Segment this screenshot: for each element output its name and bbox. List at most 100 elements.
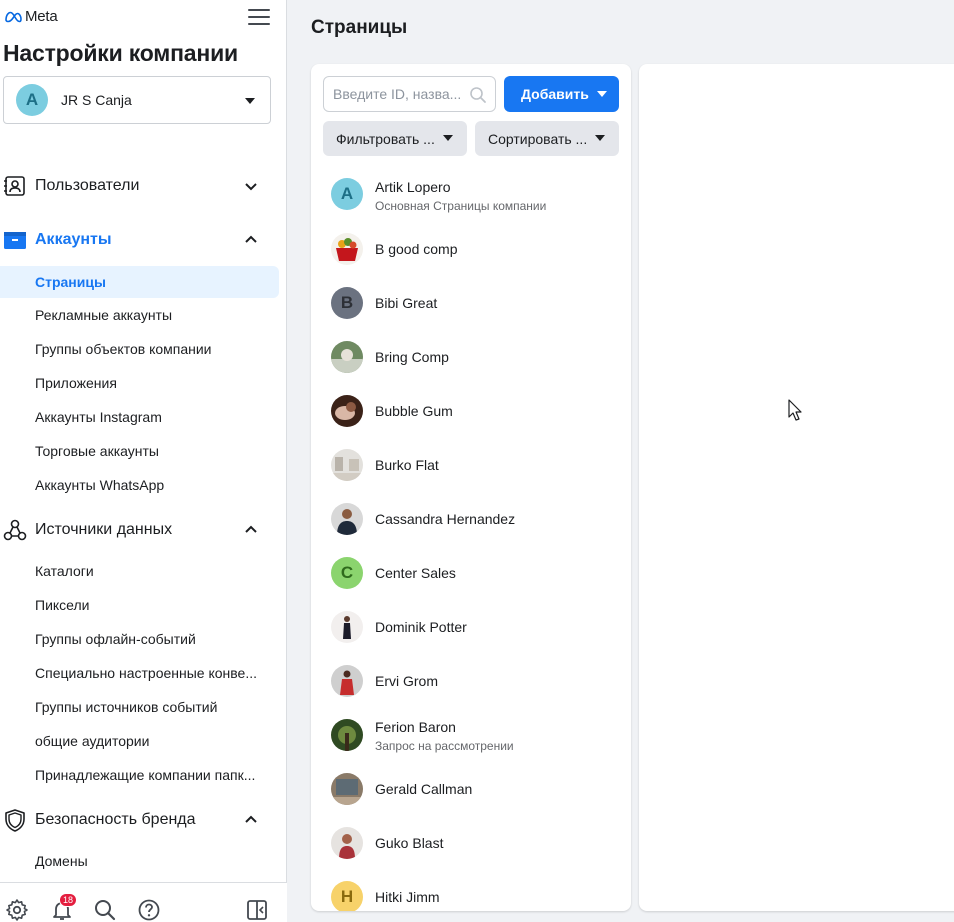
page-avatar-image: [331, 773, 363, 805]
account-name: JR S Canja: [61, 92, 132, 108]
sidebar-section-users[interactable]: Пользователи: [0, 170, 287, 202]
users-icon: [4, 176, 25, 196]
page-subtitle: Основная Страницы компании: [375, 199, 547, 213]
sidebar-item-pages[interactable]: Страницы: [0, 266, 279, 298]
sidebar-item-instagram-accounts[interactable]: Аккаунты Instagram: [0, 401, 279, 433]
caret-down-icon: [595, 135, 605, 141]
search-input[interactable]: [333, 86, 471, 102]
list-item[interactable]: Bubble Gum: [311, 384, 631, 438]
sidebar-item-domains[interactable]: Домены: [0, 845, 279, 877]
meta-logo-text: Meta: [25, 8, 58, 25]
sidebar-item-label: Аккаунты WhatsApp: [35, 477, 165, 493]
page-name: B good comp: [375, 241, 458, 257]
list-item[interactable]: Burko Flat: [311, 438, 631, 492]
list-item[interactable]: Guko Blast: [311, 816, 631, 870]
sidebar-item-business-folders[interactable]: Принадлежащие компании папк...: [0, 759, 279, 791]
list-item[interactable]: Ferion Baron Запрос на рассмотрении: [311, 708, 631, 762]
search-icon: [470, 87, 486, 103]
filter-button-label: Фильтровать ...: [336, 130, 435, 147]
sidebar-item-label: Группы офлайн-событий: [35, 631, 196, 647]
hamburger-menu-icon[interactable]: [248, 9, 270, 27]
sidebar-section-label: Источники данных: [35, 521, 173, 538]
list-item[interactable]: Cassandra Hernandez: [311, 492, 631, 546]
caret-down-icon: [443, 135, 453, 141]
help-icon[interactable]: [137, 898, 161, 922]
shield-icon: [5, 809, 25, 832]
sort-button[interactable]: Сортировать ...: [475, 121, 619, 156]
page-avatar-image: [331, 449, 363, 481]
list-item[interactable]: C Center Sales: [311, 546, 631, 600]
page-title-company-settings: Настройки компании: [3, 40, 238, 66]
page-avatar-image: [331, 395, 363, 427]
sidebar-section-data-sources[interactable]: Источники данных: [0, 514, 287, 546]
sidebar-section-brand-safety[interactable]: Безопасность бренда: [0, 804, 287, 836]
page-name: Cassandra Hernandez: [375, 511, 516, 527]
list-item[interactable]: Dominik Potter: [311, 600, 631, 654]
search-icon[interactable]: [93, 898, 117, 922]
filter-button[interactable]: Фильтровать ...: [323, 121, 467, 156]
sidebar-item-label: Принадлежащие компании папк...: [35, 767, 256, 783]
list-item[interactable]: Bring Comp: [311, 330, 631, 384]
account-avatar: A: [16, 84, 48, 116]
page-name: Bring Comp: [375, 349, 449, 365]
sidebar-item-label: Домены: [35, 853, 88, 869]
page-avatar: B: [331, 287, 363, 319]
page-detail-panel: [639, 64, 954, 911]
page-name: Bubble Gum: [375, 403, 453, 419]
chevron-up-icon: [245, 815, 257, 823]
caret-down-icon: [597, 91, 607, 97]
sidebar-item-apps[interactable]: Приложения: [0, 367, 279, 399]
sidebar-item-commerce-accounts[interactable]: Торговые аккаунты: [0, 435, 279, 467]
sidebar-item-ad-accounts[interactable]: Рекламные аккаунты: [0, 299, 279, 331]
list-item[interactable]: H Hitki Jimm: [311, 870, 631, 911]
page-name: Ervi Grom: [375, 673, 438, 689]
list-item[interactable]: B Bibi Great: [311, 276, 631, 330]
sidebar-item-label: Каталоги: [35, 563, 94, 579]
add-button-label: Добавить: [521, 86, 589, 102]
mouse-cursor-icon: [788, 399, 802, 421]
business-account-selector[interactable]: A JR S Canja: [3, 76, 271, 124]
sidebar-section-label: Аккаунты: [35, 231, 112, 248]
list-item[interactable]: A Artik Lopero Основная Страницы компани…: [311, 168, 631, 222]
sidebar-item-whatsapp-accounts[interactable]: Аккаунты WhatsApp: [0, 469, 279, 501]
page-avatar: C: [331, 557, 363, 589]
page-name: Gerald Callman: [375, 781, 473, 797]
page-name: Guko Blast: [375, 835, 444, 851]
sort-button-label: Сортировать ...: [488, 130, 588, 147]
pages-list-panel: Добавить Фильтровать ... Сортировать ...…: [311, 64, 631, 911]
sidebar-item-label: Группы источников событий: [35, 699, 218, 715]
sidebar-item-event-source-groups[interactable]: Группы источников событий: [0, 691, 279, 723]
search-field[interactable]: [323, 76, 496, 112]
notifications-badge: 18: [59, 893, 78, 907]
sidebar-item-label: Специально настроенные конве...: [35, 665, 257, 681]
data-sources-icon: [3, 519, 27, 541]
sidebar-item-offline-event-sets[interactable]: Группы офлайн-событий: [0, 623, 279, 655]
list-item[interactable]: B good comp: [311, 222, 631, 276]
collapse-panel-icon[interactable]: [245, 898, 269, 922]
list-item[interactable]: Ervi Grom: [311, 654, 631, 708]
page-avatar: A: [331, 178, 363, 210]
sidebar-item-business-asset-groups[interactable]: Группы объектов компании: [0, 333, 279, 365]
page-name: Hitki Jimm: [375, 889, 440, 905]
page-avatar-image: [331, 341, 363, 373]
sidebar-item-label: Торговые аккаунты: [35, 443, 159, 459]
sidebar-section-label: Безопасность бренда: [35, 811, 196, 828]
page-avatar-image: [331, 611, 363, 643]
page-avatar-image: [331, 503, 363, 535]
sidebar-item-shared-audiences[interactable]: общие аудитории: [0, 725, 279, 757]
sidebar-section-accounts[interactable]: Аккаунты: [0, 224, 287, 256]
add-button[interactable]: Добавить: [504, 76, 619, 112]
sidebar-item-custom-conversions[interactable]: Специально настроенные конве...: [0, 657, 279, 689]
gear-icon[interactable]: [5, 898, 29, 922]
page-avatar-image: [331, 665, 363, 697]
sidebar-item-label: Страницы: [35, 274, 106, 290]
page-avatar: H: [331, 881, 363, 911]
list-item[interactable]: Gerald Callman: [311, 762, 631, 816]
page-avatar-image: [331, 233, 363, 265]
sidebar-item-catalogs[interactable]: Каталоги: [0, 555, 279, 587]
meta-logo[interactable]: Meta: [4, 8, 58, 25]
briefcase-icon: [4, 232, 26, 249]
page-avatar-image: [331, 827, 363, 859]
sidebar-item-label: Аккаунты Instagram: [35, 409, 162, 425]
sidebar-item-pixels[interactable]: Пиксели: [0, 589, 279, 621]
